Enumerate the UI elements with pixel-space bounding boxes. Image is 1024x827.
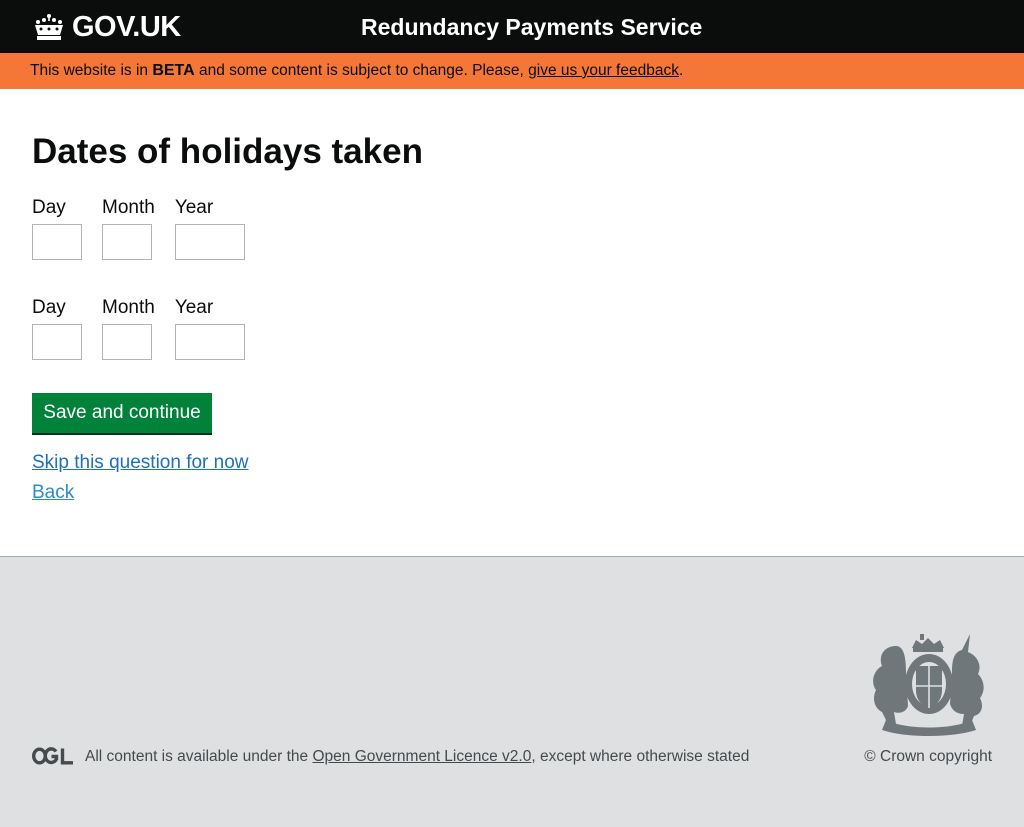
licence-text: All content is available under the Open … — [85, 746, 749, 768]
beta-suffix: . — [678, 62, 684, 79]
royal-coat-of-arms-icon — [873, 634, 984, 736]
service-name-link[interactable]: Redundancy Payments Service — [361, 12, 702, 42]
month-item: Month — [102, 295, 155, 360]
holiday-date-1: Day Month Year — [32, 195, 245, 260]
beta-prefix: This website is in — [30, 62, 153, 79]
crown-icon — [35, 14, 63, 40]
month-label: Month — [102, 297, 155, 318]
day-label: Day — [32, 197, 66, 218]
year-label: Year — [174, 197, 214, 218]
year-input-2[interactable] — [174, 324, 245, 360]
day-input-2[interactable] — [32, 324, 82, 360]
beta-tag: BETA — [152, 62, 195, 79]
year-item: Year — [174, 195, 245, 260]
month-input-2[interactable] — [102, 324, 152, 360]
skip-question-link[interactable]: Skip this question for now — [32, 450, 249, 475]
page-title: Dates of holidays taken — [32, 132, 423, 171]
site-header: GOV.UK Redundancy Payments Service — [0, 0, 1024, 53]
year-item: Year — [174, 295, 245, 360]
feedback-link[interactable]: give us your feedback — [528, 62, 679, 79]
crown-copyright: © Crown copyright — [864, 748, 992, 765]
back-link[interactable]: Back — [32, 480, 74, 505]
month-item: Month — [102, 195, 155, 260]
month-label: Month — [102, 197, 155, 218]
site-footer: All content is available under the Open … — [0, 556, 1024, 827]
beta-banner: This website is in BETA and some content… — [0, 53, 1024, 89]
save-and-continue-button[interactable]: Save and continue — [32, 393, 212, 433]
logo-text: GOV.UK — [72, 11, 181, 43]
holiday-date-2: Day Month Year — [32, 295, 245, 360]
day-item: Day — [32, 195, 82, 260]
licence-prefix: All content is available under the — [85, 748, 313, 765]
open-government-licence-link[interactable]: Open Government Licence v2.0 — [312, 748, 531, 765]
govuk-logo-link[interactable]: GOV.UK — [32, 10, 181, 44]
day-input-1[interactable] — [32, 224, 82, 260]
year-label: Year — [174, 297, 214, 318]
licence-suffix: , except where otherwise stated — [531, 748, 750, 765]
day-label: Day — [32, 297, 66, 318]
beta-middle: and some content is subject to change. P… — [194, 62, 529, 79]
month-input-1[interactable] — [102, 224, 152, 260]
year-input-1[interactable] — [174, 224, 245, 260]
ogl-logo-icon — [32, 747, 73, 765]
day-item: Day — [32, 295, 82, 360]
